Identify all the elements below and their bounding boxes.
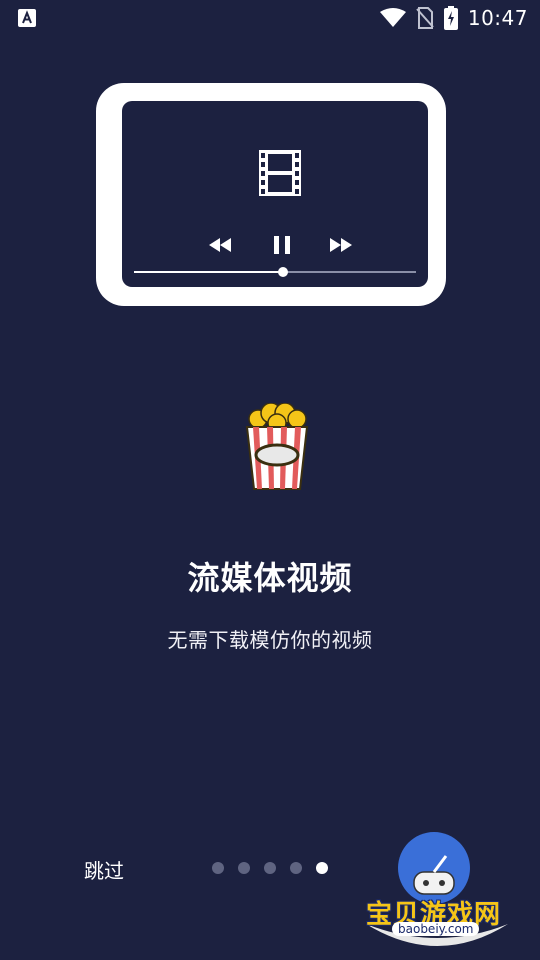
page-dot[interactable] (316, 862, 328, 874)
battery-charging-icon (443, 6, 458, 30)
watermark-logo: 宝贝游戏网 baobeiy.com (358, 828, 518, 958)
rewind-icon[interactable] (209, 238, 231, 252)
watermark-emblem (366, 832, 508, 946)
no-sim-icon (416, 7, 434, 29)
pause-icon[interactable] (273, 236, 291, 254)
skip-button[interactable]: 跳过 (84, 855, 124, 884)
onboarding-subtitle: 无需下载模仿你的视频 (167, 628, 373, 652)
onboarding-title: 流媒体视频 (187, 559, 353, 597)
status-icons: 10:47 (379, 0, 528, 36)
page-dot[interactable] (290, 862, 302, 874)
app-a-icon (18, 9, 36, 27)
popcorn-icon (245, 403, 309, 490)
film-icon (259, 150, 301, 196)
page-dot[interactable] (264, 862, 276, 874)
progress-fill (134, 271, 284, 273)
status-bar: 10:47 (0, 0, 540, 36)
player-screen (122, 101, 428, 287)
status-time: 10:47 (467, 6, 528, 30)
progress-bar[interactable] (134, 267, 416, 277)
page-dot[interactable] (212, 862, 224, 874)
fast-forward-icon[interactable] (330, 238, 352, 252)
page-indicator (212, 862, 328, 874)
wifi-icon (379, 8, 406, 27)
progress-thumb[interactable] (278, 267, 289, 277)
page-dot[interactable] (238, 862, 250, 874)
video-player-illustration (96, 83, 446, 306)
watermark-url: baobeiy.com (392, 922, 480, 936)
